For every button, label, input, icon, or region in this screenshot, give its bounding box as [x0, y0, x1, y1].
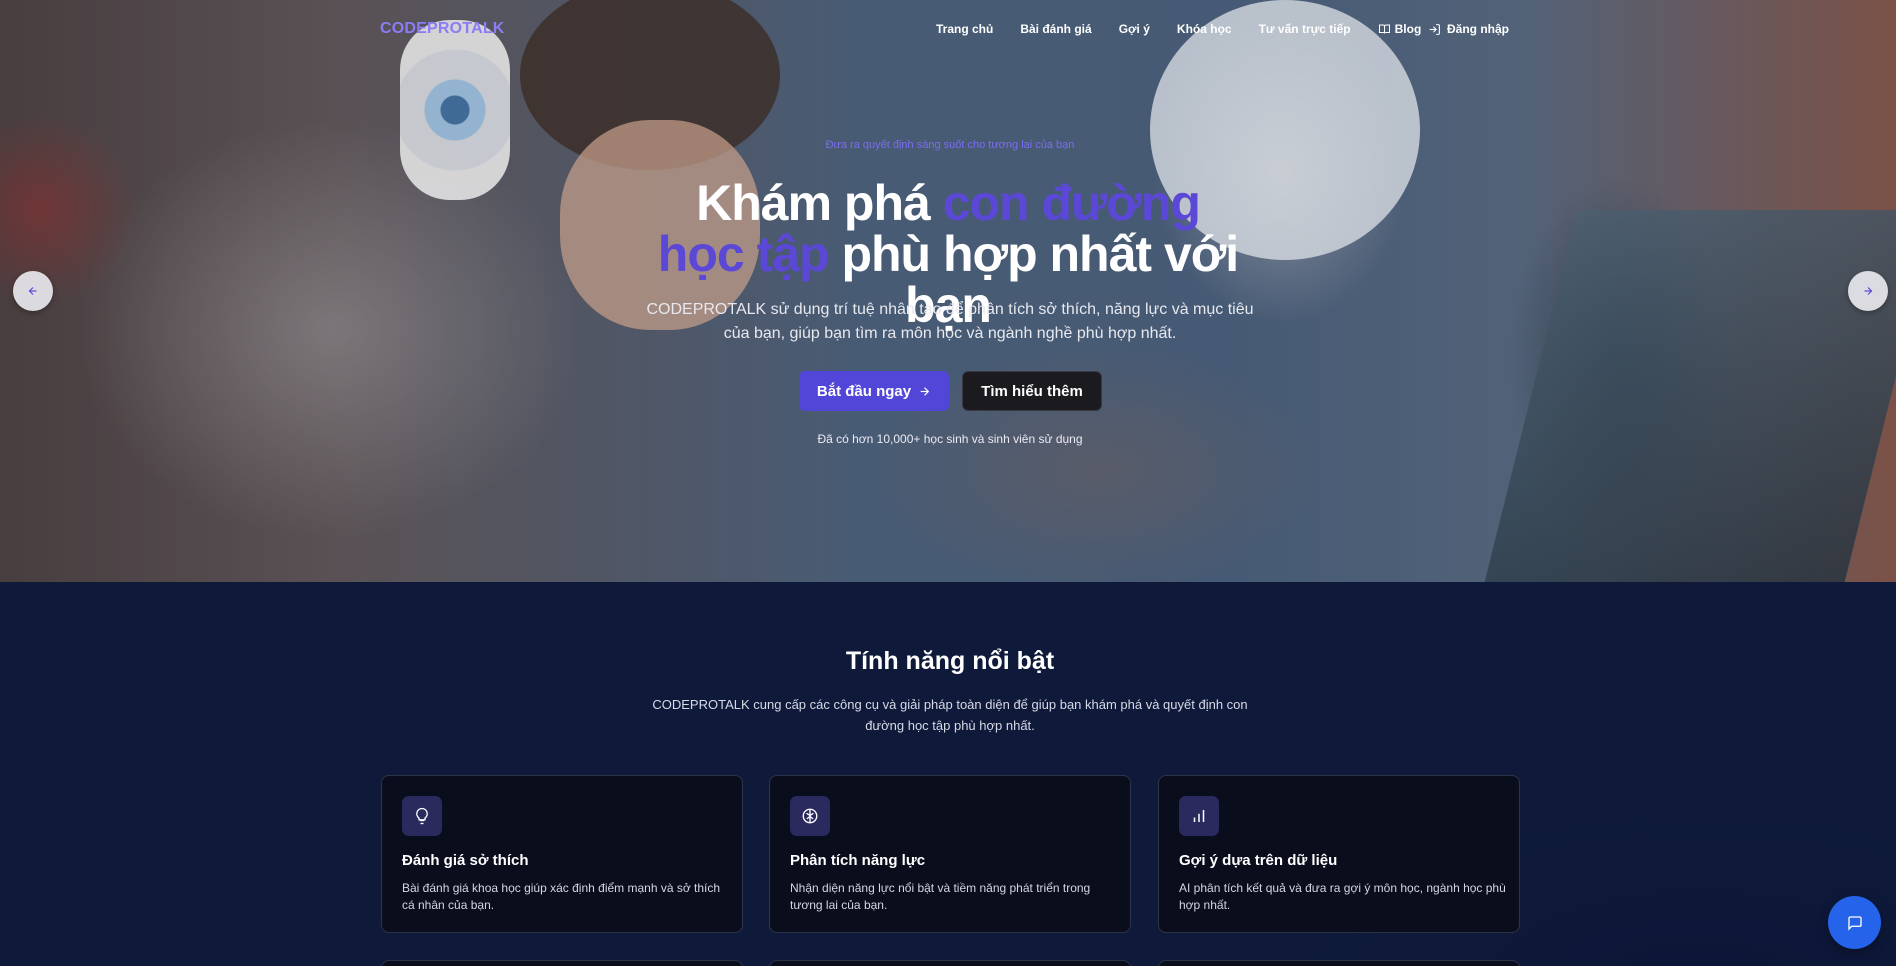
- nav-item-label: Gợi ý: [1118, 22, 1150, 36]
- lightbulb-icon: [402, 796, 442, 836]
- feature-card-interest[interactable]: Đánh giá sở thích Bài đánh giá khoa học …: [381, 775, 743, 933]
- nav-item-consulting[interactable]: Tư vấn trực tiếp: [1259, 22, 1351, 36]
- users-count-note: Đã có hơn 10,000+ học sinh và sinh viên …: [817, 432, 1083, 446]
- features-title: Tính năng nổi bật: [845, 647, 1055, 675]
- hero-tagline: Đưa ra quyết định sáng suốt cho tương la…: [825, 139, 1075, 151]
- nav-item-label: Khóa học: [1176, 22, 1232, 36]
- arrow-right-icon: [1864, 287, 1873, 295]
- chat-button[interactable]: [1828, 896, 1881, 949]
- nav-item-label: Bài đánh giá: [1020, 22, 1092, 36]
- chat-icon: [1847, 915, 1862, 931]
- brand-logo[interactable]: CODEPROTALK: [380, 20, 505, 38]
- arrow-left-icon: [28, 287, 37, 295]
- nav-item-label: Trang chủ: [936, 22, 994, 36]
- features-description: CODEPROTALK cung cấp các công cụ và giải…: [652, 697, 1248, 733]
- feature-card-description: AI phân tích kết quả và đưa ra gợi ý môn…: [1179, 881, 1506, 912]
- nav-item-label: Blog: [1394, 22, 1422, 36]
- feature-card-next-row[interactable]: [381, 960, 743, 966]
- arrow-right-icon: [920, 386, 930, 396]
- get-started-button[interactable]: Bắt đầu ngay: [799, 371, 949, 411]
- nav-item-label: Tư vấn trực tiếp: [1258, 22, 1351, 36]
- feature-card-title: Đánh giá sở thích: [402, 852, 529, 869]
- nav-item-home[interactable]: Trang chủ: [936, 22, 993, 36]
- get-started-label: Bắt đầu ngay: [816, 382, 912, 400]
- feature-card-title: Gợi ý dựa trên dữ liệu: [1179, 852, 1338, 869]
- hero-subtitle: CODEPROTALK sử dụng trí tuệ nhân tạo để …: [646, 301, 1254, 342]
- feature-card-description: Bài đánh giá khoa học giúp xác định điểm…: [402, 881, 721, 912]
- login-button[interactable]: Đăng nhập: [1428, 22, 1509, 36]
- nav-item-blog[interactable]: Blog: [1378, 22, 1422, 36]
- book-icon: [1378, 24, 1390, 34]
- feature-card-next-row[interactable]: [1158, 960, 1520, 966]
- feature-card-next-row[interactable]: [769, 960, 1131, 966]
- carousel-next-button[interactable]: [1848, 271, 1888, 311]
- login-label: Đăng nhập: [1447, 22, 1509, 36]
- learn-more-button[interactable]: Tìm hiểu thêm: [962, 371, 1102, 411]
- feature-card-description: Nhận diện năng lực nổi bật và tiềm năng …: [790, 881, 1091, 912]
- nav-links: Trang chủ Bài đánh giá Gợi ý Khóa học Tư…: [936, 22, 1448, 36]
- features-section: Tính năng nổi bật CODEPROTALK cung cấp c…: [0, 582, 1896, 966]
- nav-item-courses[interactable]: Khóa học: [1177, 22, 1232, 36]
- bar-chart-icon: [1179, 796, 1219, 836]
- brain-icon: [790, 796, 830, 836]
- login-icon: [1429, 23, 1440, 35]
- carousel-prev-button[interactable]: [13, 271, 53, 311]
- nav-item-assessment[interactable]: Bài đánh giá: [1020, 22, 1091, 36]
- headline-part1: Khám phá: [696, 175, 943, 231]
- nav-item-suggestions[interactable]: Gợi ý: [1119, 22, 1150, 36]
- feature-card-ability[interactable]: Phân tích năng lực Nhận diện năng lực nổ…: [769, 775, 1131, 933]
- top-navbar: CODEPROTALK Trang chủ Bài đánh giá Gợi ý…: [0, 0, 1896, 62]
- feature-card-data-suggestion[interactable]: Gợi ý dựa trên dữ liệu AI phân tích kết …: [1158, 775, 1520, 933]
- feature-card-title: Phân tích năng lực: [790, 852, 926, 869]
- hero-image-laptop: [1482, 210, 1896, 582]
